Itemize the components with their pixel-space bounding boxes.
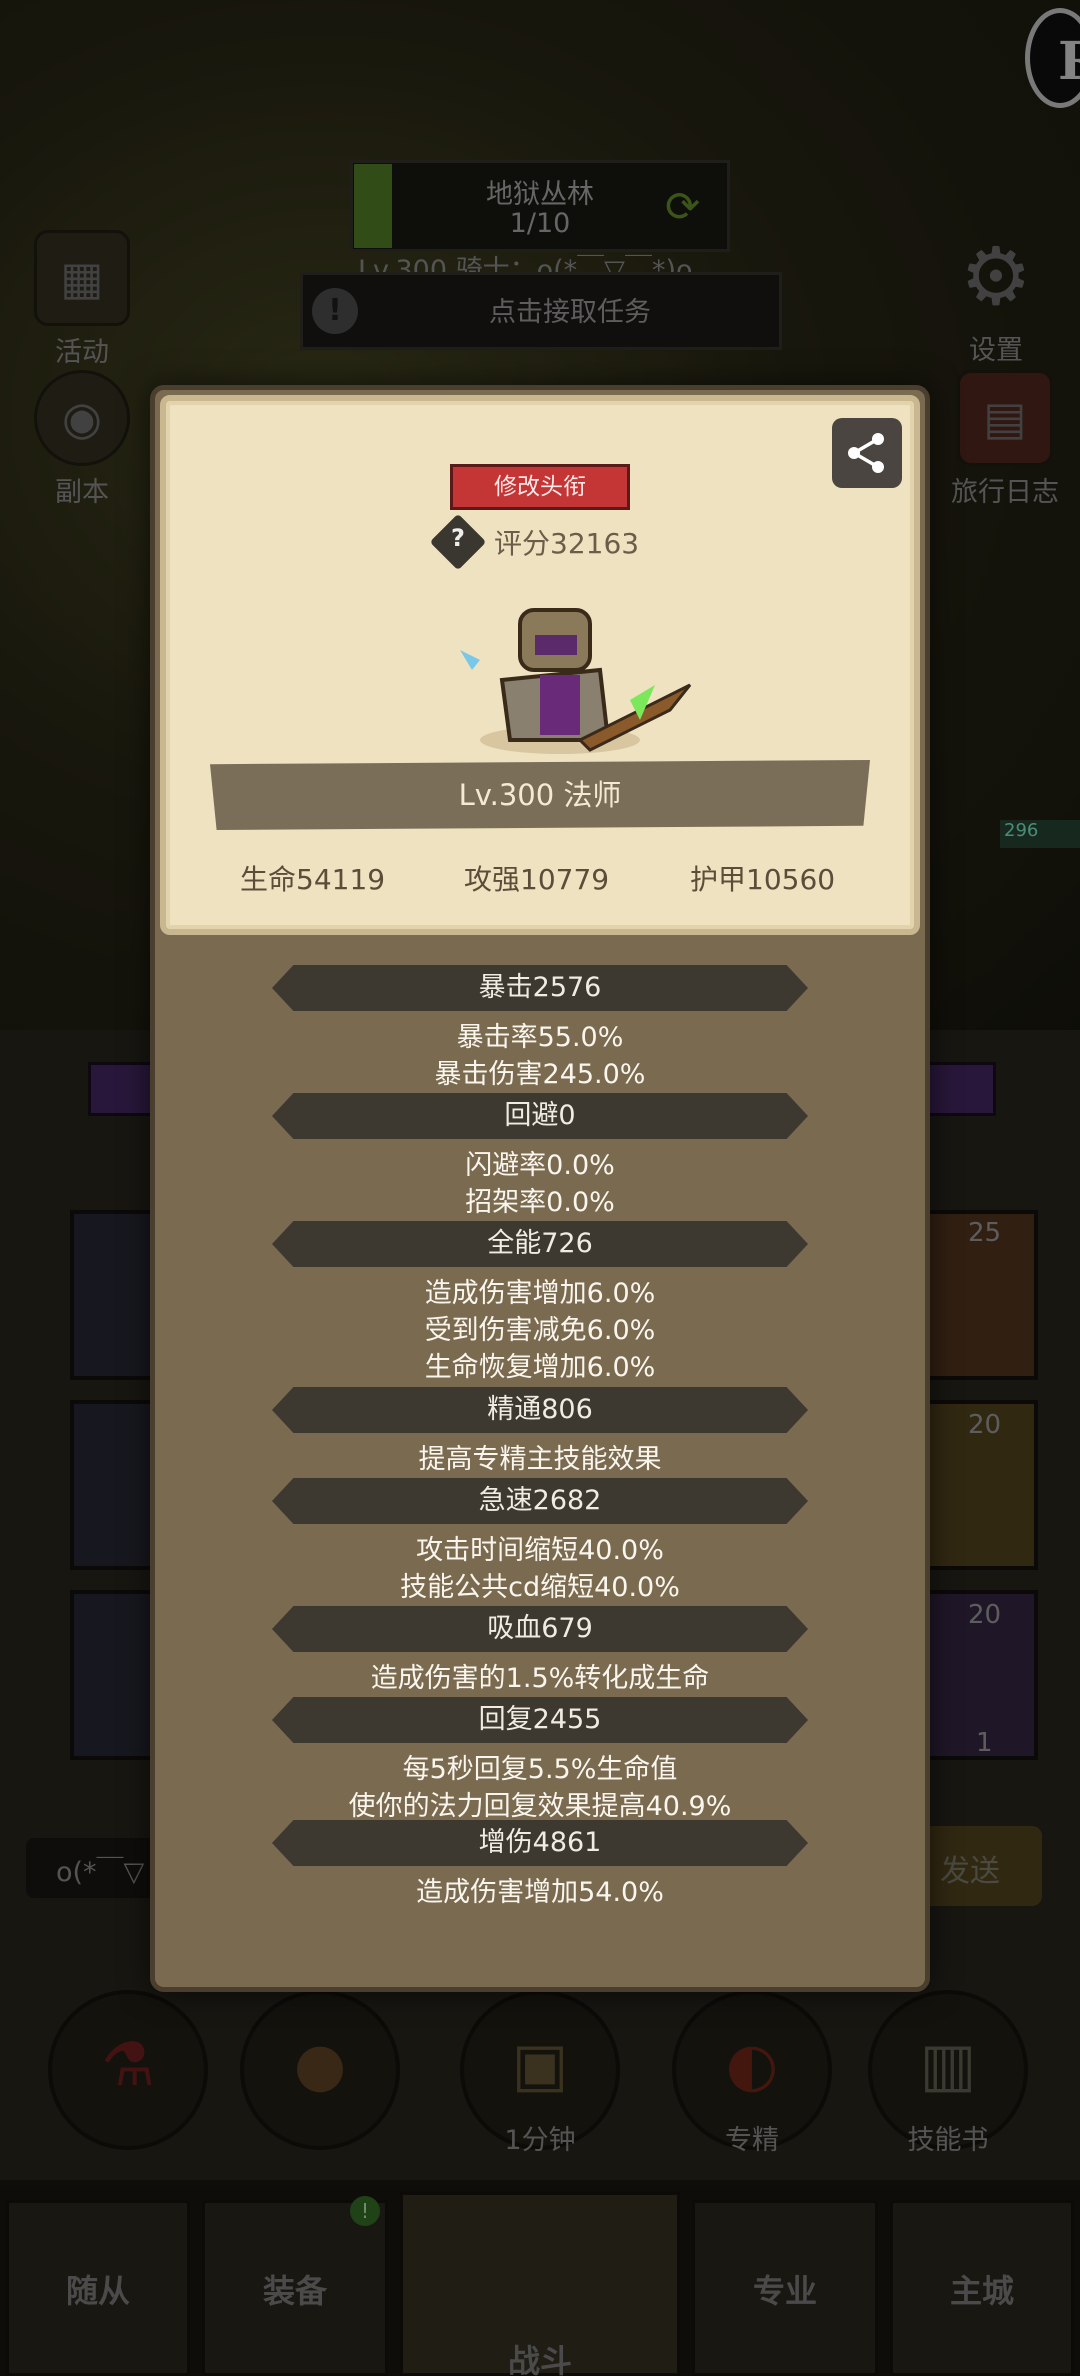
- crit-header: 暴击2576: [272, 965, 808, 1011]
- damage-bonus-header: 增伤4861: [272, 1820, 808, 1866]
- stat-line: 攻击时间缩短40.0%: [416, 1535, 664, 1566]
- stat-line: 每5秒回复5.5%生命值: [402, 1754, 678, 1785]
- haste-header: 急速2682: [272, 1478, 808, 1524]
- stat-line: 暴击率55.0%: [456, 1022, 624, 1053]
- stat-line: 受到伤害减免6.0%: [424, 1315, 656, 1346]
- stat-line: 造成伤害增加6.0%: [424, 1278, 656, 1309]
- score: 评分32163: [494, 527, 640, 560]
- hp-stat: 生命54119: [240, 863, 386, 896]
- stat-line: 使你的法力回复效果提高40.9%: [348, 1791, 732, 1822]
- mage-avatar: [460, 608, 692, 754]
- stat-line: 招架率0.0%: [465, 1187, 615, 1218]
- stat-line: 造成伤害的1.5%转化成生命: [370, 1663, 710, 1694]
- dodge-header: 回避0: [272, 1093, 808, 1139]
- share-button[interactable]: [832, 418, 902, 488]
- help-question-mark: ?: [451, 524, 465, 552]
- stat-line: 闪避率0.0%: [465, 1150, 615, 1181]
- hero-name-bar: Lv.300 法师: [210, 760, 870, 830]
- armor-stat: 护甲10560: [690, 863, 836, 896]
- mastery-header: 精通806: [272, 1387, 808, 1433]
- stat-line: 技能公共cd缩短40.0%: [400, 1572, 680, 1603]
- attack-stat: 攻强10779: [464, 863, 610, 896]
- lifesteal-header: 吸血679: [272, 1606, 808, 1652]
- share-icon: [848, 433, 884, 473]
- stat-line: 生命恢复增加6.0%: [424, 1352, 656, 1383]
- versatility-header: 全能726: [272, 1221, 808, 1267]
- stat-line: 造成伤害增加54.0%: [416, 1877, 664, 1908]
- regen-header: 回复2455: [272, 1697, 808, 1743]
- stat-line: 提高专精主技能效果: [418, 1444, 662, 1475]
- edit-title-button[interactable]: 修改头衔: [450, 464, 630, 510]
- stat-line: 暴击伤害245.0%: [434, 1059, 646, 1090]
